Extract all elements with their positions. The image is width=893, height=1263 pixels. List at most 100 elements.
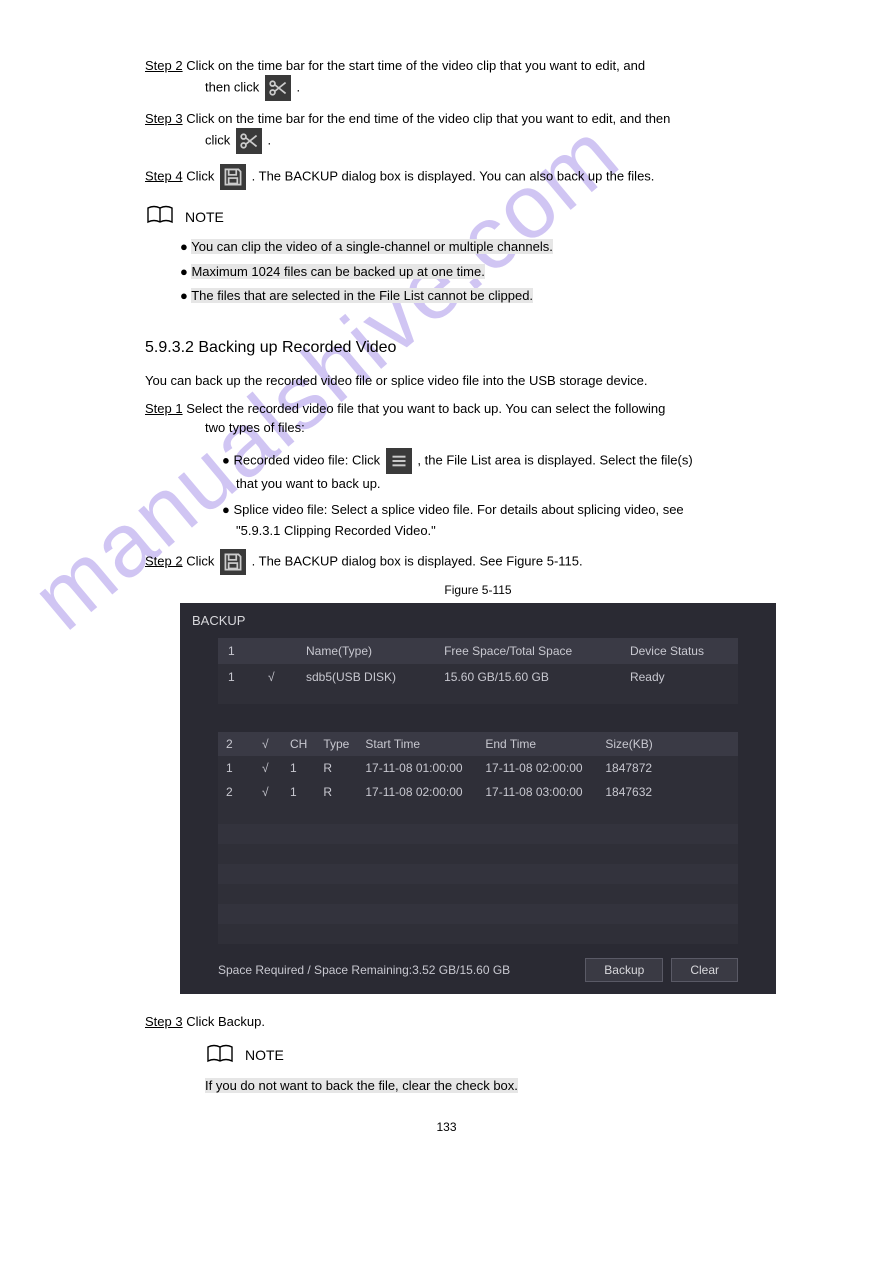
dev-idx: 1: [218, 664, 258, 690]
dev-name: sdb5(USB DISK): [296, 664, 434, 690]
scissors-icon-2: [236, 128, 262, 154]
step3-line1wrap: click .: [205, 128, 803, 154]
file-row[interactable]: 2 √ 1 R 17-11-08 02:00:00 17-11-08 03:00…: [218, 780, 738, 804]
book-icon-2: [205, 1043, 235, 1068]
dev-hdr-status: Device Status: [620, 638, 738, 664]
note1: NOTE ● You can clip the video of a singl…: [145, 204, 803, 309]
dev-hdr-name: Name(Type): [296, 638, 434, 664]
file-checkbox[interactable]: √: [254, 780, 282, 804]
file-idx: 1: [218, 756, 254, 780]
backup-dialog: BACKUP 1 Name(Type) Free Space/Total Spa…: [180, 603, 776, 994]
step2-line0: Click on the time bar for the start time…: [186, 58, 645, 73]
backup-footer-text: Space Required / Space Remaining:3.52 GB…: [218, 963, 510, 977]
file-row-empty: [218, 824, 738, 844]
step3-line1: click: [205, 132, 230, 147]
bu-step1-b0-tail2: that you want to back up.: [236, 474, 803, 494]
file-checkbox[interactable]: √: [254, 756, 282, 780]
note2-text: If you do not want to back the file, cle…: [205, 1078, 518, 1093]
save-icon: [220, 164, 246, 190]
file-row-empty: [218, 924, 738, 944]
page-number: 133: [0, 1120, 893, 1134]
files-hdr-size: Size(KB): [597, 732, 738, 756]
note1-bullet-0: ● You can clip the video of a single-cha…: [180, 235, 803, 260]
step3-suffix: .: [268, 132, 272, 147]
files-hdr-type: Type: [315, 732, 357, 756]
file-ch: 1: [282, 780, 315, 804]
step2-line1: then click: [205, 79, 259, 94]
files-hdr-count: 2: [218, 732, 254, 756]
list-icon: [386, 448, 412, 474]
step3: Step 3 Click on the time bar for the end…: [145, 111, 803, 126]
device-table: 1 Name(Type) Free Space/Total Space Devi…: [218, 638, 738, 704]
device-header-row: 1 Name(Type) Free Space/Total Space Devi…: [218, 638, 738, 664]
files-table: 2 √ CH Type Start Time End Time Size(KB)…: [218, 732, 738, 944]
files-hdr-end: End Time: [477, 732, 597, 756]
backup-title: BACKUP: [180, 603, 776, 638]
file-row-empty: [218, 804, 738, 824]
bu-step3-label: Step 3: [145, 1014, 183, 1029]
file-type: R: [315, 780, 357, 804]
note1-label: NOTE: [185, 209, 224, 225]
step3-label: Step 3: [145, 111, 183, 126]
bu-step2-label: Step 2: [145, 553, 183, 568]
files-hdr-start: Start Time: [357, 732, 477, 756]
dev-hdr-chk: [258, 638, 296, 664]
bu-step2-suffix: . The BACKUP dialog box is displayed. Se…: [252, 553, 583, 568]
bu-step1-b0-lead: Recorded video file: Click: [233, 453, 380, 468]
section-heading: 5.9.3.2 Backing up Recorded Video: [145, 339, 803, 357]
file-row-empty: [218, 844, 738, 864]
step4: Step 4 Click . The BACKUP dialog box is …: [145, 164, 803, 190]
file-end: 17-11-08 03:00:00: [477, 780, 597, 804]
step2-suffix: .: [296, 79, 300, 94]
dev-status: Ready: [620, 664, 738, 690]
file-type: R: [315, 756, 357, 780]
step2-line1wrap: then click .: [205, 75, 803, 101]
figure-caption: Figure 5-115: [180, 583, 776, 597]
bu-step1-b1-link: "5.9.3.1 Clipping Recorded Video.": [236, 521, 803, 541]
dev-space: 15.60 GB/15.60 GB: [434, 664, 620, 690]
bu-step1: Step 1 Select the recorded video file th…: [145, 401, 803, 416]
files-header-row: 2 √ CH Type Start Time End Time Size(KB): [218, 732, 738, 756]
bu-step3-text: Click Backup.: [186, 1014, 265, 1029]
bu-step1-b1-lead: Splice video file: Select a splice video…: [233, 502, 683, 517]
bu-step1-bullet0: ● Recorded video file: Click , the File …: [222, 448, 803, 494]
bu-step2-text: Click: [186, 553, 214, 568]
files-hdr-ch: CH: [282, 732, 315, 756]
bu-step1-bullet1: ● Splice video file: Select a splice vid…: [222, 500, 803, 540]
file-start: 17-11-08 02:00:00: [357, 780, 477, 804]
intro-text: You can back up the recorded video file …: [145, 371, 803, 391]
bu-step3: Step 3 Click Backup.: [145, 1014, 803, 1029]
step4-label: Step 4: [145, 168, 183, 183]
bu-step1-b0-tail: , the File List area is displayed. Selec…: [417, 453, 692, 468]
dev-checkbox[interactable]: √: [258, 664, 296, 690]
file-size: 1847872: [597, 756, 738, 780]
backup-button[interactable]: Backup: [585, 958, 663, 982]
file-start: 17-11-08 01:00:00: [357, 756, 477, 780]
step4-text: Click: [186, 168, 214, 183]
scissors-icon: [265, 75, 291, 101]
file-row-empty: [218, 904, 738, 924]
file-row-empty: [218, 864, 738, 884]
device-row[interactable]: 1 √ sdb5(USB DISK) 15.60 GB/15.60 GB Rea…: [218, 664, 738, 690]
note2-label: NOTE: [245, 1047, 284, 1063]
dev-hdr-count: 1: [218, 638, 258, 664]
step3-line0: Click on the time bar for the end time o…: [186, 111, 670, 126]
note1-bullet-2: ● The files that are selected in the Fil…: [180, 284, 803, 309]
clear-button[interactable]: Clear: [671, 958, 738, 982]
files-hdr-chk: √: [254, 732, 282, 756]
note2: NOTE If you do not want to back the file…: [205, 1043, 803, 1099]
bu-step1-label: Step 1: [145, 401, 183, 416]
file-ch: 1: [282, 756, 315, 780]
bu-step1-text: Select the recorded video file that you …: [186, 401, 665, 416]
file-row-empty: [218, 884, 738, 904]
file-row[interactable]: 1 √ 1 R 17-11-08 01:00:00 17-11-08 02:00…: [218, 756, 738, 780]
step4-suffix: . The BACKUP dialog box is displayed. Yo…: [252, 168, 655, 183]
book-icon: [145, 204, 175, 229]
file-size: 1847632: [597, 780, 738, 804]
step2-label: Step 2: [145, 58, 183, 73]
step2: Step 2 Click on the time bar for the sta…: [145, 58, 803, 73]
note1-bullet-1: ● Maximum 1024 files can be backed up at…: [180, 260, 803, 285]
file-idx: 2: [218, 780, 254, 804]
bu-step2: Step 2 Click . The BACKUP dialog box is …: [145, 549, 803, 575]
dev-hdr-space: Free Space/Total Space: [434, 638, 620, 664]
